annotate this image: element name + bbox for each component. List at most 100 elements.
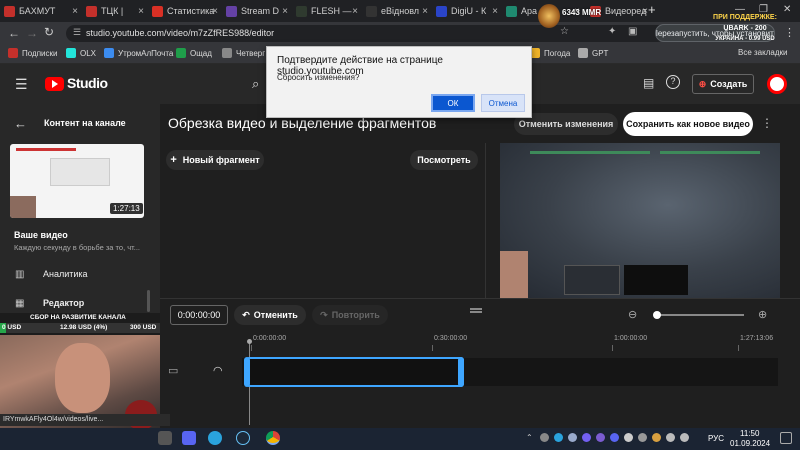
current-time-field[interactable]: 0:00:00:00 [170, 305, 228, 325]
save-as-new-button[interactable]: Сохранить как новое видео [623, 112, 753, 136]
tray-icon[interactable] [596, 433, 605, 442]
redo-button[interactable]: ↷ Повторить [312, 305, 388, 325]
support-title: ПРИ ПОДДЕРЖКЕ: [713, 14, 777, 21]
playhead-knob[interactable] [247, 339, 252, 344]
bookmark-olx[interactable]: OLX [66, 48, 96, 58]
close-icon[interactable]: × [492, 6, 498, 17]
tray-icon[interactable] [568, 433, 577, 442]
steam-icon[interactable] [236, 431, 250, 445]
bookmark-label: OLX [80, 48, 97, 58]
all-bookmarks[interactable]: Все закладки [738, 48, 787, 57]
donation-min: 0 USD [2, 324, 22, 331]
zoom-slider[interactable] [656, 314, 744, 316]
tab-label: Stream D [241, 6, 280, 16]
browser-tab[interactable]: eВідновл × [366, 2, 430, 20]
timeline-tick [432, 345, 433, 351]
feedback-icon[interactable]: ▤ [643, 76, 654, 90]
tray-icon[interactable] [624, 433, 633, 442]
reload-icon[interactable]: ↻ [44, 25, 54, 39]
close-icon[interactable]: × [72, 6, 78, 17]
site-info-icon[interactable]: ☰ [73, 27, 81, 38]
tray-chevron-icon[interactable]: ⌃ [526, 433, 533, 442]
extensions-icon[interactable]: ✦ [608, 26, 616, 37]
zoom-out-icon[interactable]: ⊖ [628, 308, 637, 321]
back-arrow-icon[interactable]: ← [14, 116, 27, 131]
browser-tab[interactable]: DigiU - К × [436, 2, 500, 20]
trim-handle-right[interactable] [458, 357, 464, 387]
sidebar-scrollbar[interactable] [147, 290, 150, 312]
confirm-dialog: Подтвердите действие на странице studio.… [266, 46, 532, 118]
sidebar-item-editor[interactable]: ▦ Редактор [0, 292, 160, 314]
forward-arrow-icon[interactable]: → [26, 26, 38, 40]
ok-button[interactable]: ОК [431, 94, 475, 112]
channel-content-link[interactable]: Контент на канале [44, 118, 126, 128]
volume-icon[interactable] [680, 433, 689, 442]
tray-icon[interactable] [652, 433, 661, 442]
help-icon[interactable]: ? [666, 75, 680, 89]
film-icon: ▦ [15, 297, 25, 309]
sidebar-item-analytics[interactable]: ▥ Аналитика [0, 263, 160, 285]
tab-label: ТЦК | [101, 6, 124, 16]
bookmark-gpt[interactable]: GPT [578, 48, 608, 58]
back-arrow-icon[interactable]: ← [8, 26, 20, 40]
close-icon[interactable]: × [282, 6, 288, 17]
close-icon[interactable]: × [352, 6, 358, 17]
support-line-1: UBARK - 200 [723, 25, 767, 32]
bookmark-subscriptions[interactable]: Подписки [8, 48, 57, 58]
trim-selection[interactable] [246, 357, 464, 387]
bookmark-label: Ощад [190, 48, 212, 58]
timeline-tick-label: 0:00:00:00 [253, 335, 287, 342]
language-indicator[interactable]: РУС [708, 434, 724, 443]
browser-tab[interactable]: БАХМУТ × [4, 2, 80, 20]
notifications-icon[interactable] [780, 432, 792, 444]
chrome-icon[interactable] [266, 431, 280, 445]
browser-tab[interactable]: ТЦК | × [86, 2, 146, 20]
trim-handle-left[interactable] [244, 357, 250, 387]
avatar[interactable] [767, 74, 787, 94]
browser-tab[interactable]: FLESH — × [296, 2, 360, 20]
close-icon[interactable]: × [138, 6, 144, 17]
sidepanel-icon[interactable]: ▣ [628, 26, 637, 37]
close-icon[interactable]: × [422, 6, 428, 17]
tray-icon[interactable] [638, 433, 647, 442]
bookmark-thursday[interactable]: Четверг [222, 48, 265, 58]
create-button[interactable]: ⊕ Создать [692, 74, 754, 94]
search-icon[interactable]: ⌕ [252, 76, 259, 92]
viber-tray-icon[interactable] [582, 433, 591, 442]
close-icon[interactable]: × [212, 6, 218, 17]
studio-logo-text[interactable]: Studio [67, 75, 108, 91]
zoom-slider-handle[interactable] [653, 311, 661, 319]
zoom-in-icon[interactable]: ⊕ [758, 308, 767, 321]
telegram-icon[interactable] [208, 431, 222, 445]
tray-icon[interactable] [540, 433, 549, 442]
discord-tray-icon[interactable] [610, 433, 619, 442]
preview-button[interactable]: Посмотреть [410, 150, 478, 170]
bookmark-label: Подписки [22, 48, 58, 58]
taskbar-app-icon[interactable] [158, 431, 172, 445]
tab-label: Статистика [167, 6, 215, 16]
bookmark-weather[interactable]: Погода [530, 48, 570, 58]
more-options-icon[interactable]: ⋮ [761, 116, 773, 130]
bookmark-star-icon[interactable]: ☆ [560, 26, 569, 37]
cancel-button[interactable]: Отмена [481, 94, 525, 112]
browser-tab[interactable]: Статистика × [152, 2, 220, 20]
bookmark-oschad[interactable]: Ощад [176, 48, 212, 58]
discord-icon[interactable] [182, 431, 196, 445]
timeline-tick-label: 0:30:00:00 [434, 335, 468, 342]
undo-button[interactable]: ↶ Отменить [234, 305, 306, 325]
new-fragment-button[interactable]: + Новый фрагмент [166, 150, 264, 170]
hamburger-menu-icon[interactable]: ☰ [15, 76, 28, 93]
redo-label: Повторить [331, 310, 380, 320]
timeline-tick [612, 345, 613, 351]
bookmark-mail[interactable]: УтромАлПочта [104, 48, 173, 58]
clock-date[interactable]: 01.09.2024 [730, 439, 770, 448]
telegram-tray-icon[interactable] [554, 433, 563, 442]
video-preview[interactable] [500, 143, 780, 298]
bookmark-label: GPT [592, 48, 609, 58]
browser-tab[interactable]: Stream D × [226, 2, 290, 20]
new-tab-icon[interactable]: + [648, 2, 656, 17]
drag-handle-icon[interactable] [470, 308, 482, 310]
clock-time[interactable]: 11:50 [740, 429, 759, 438]
network-icon[interactable] [666, 433, 675, 442]
url-text[interactable]: studio.youtube.com/video/m7zZfRES988/edi… [86, 28, 274, 38]
